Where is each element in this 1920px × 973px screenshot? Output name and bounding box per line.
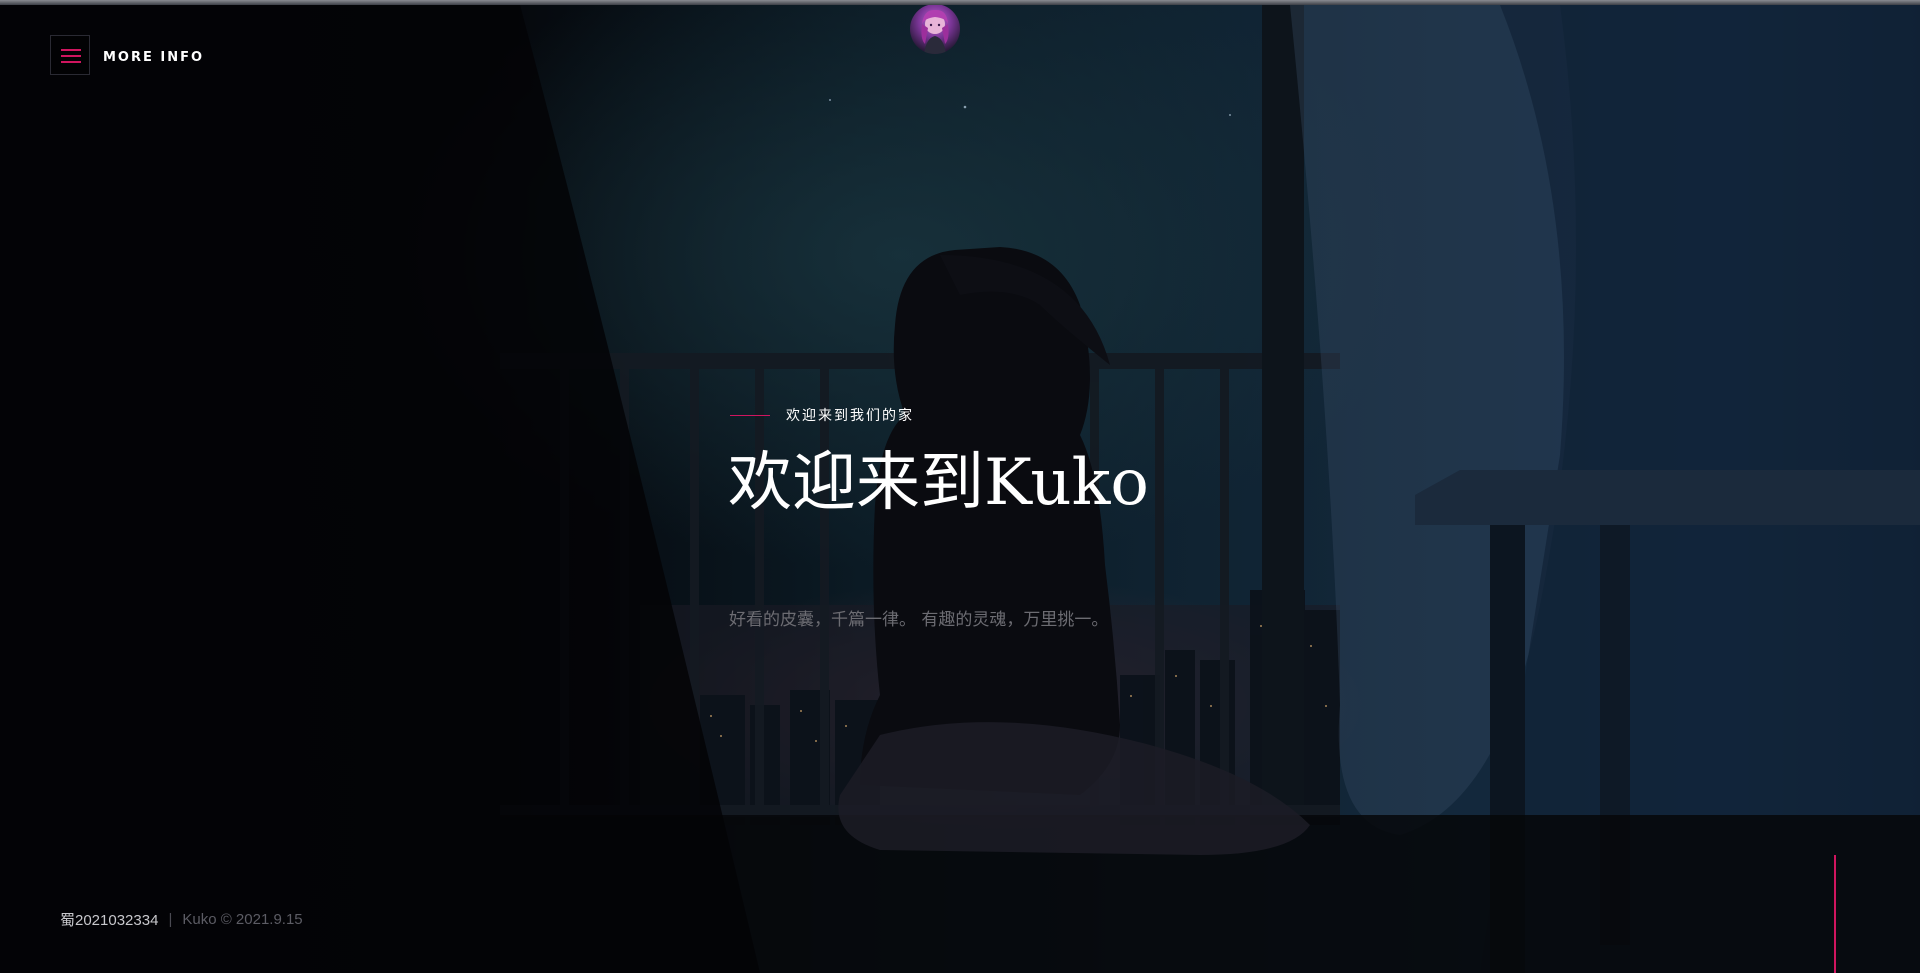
browser-top-strip [0,0,1920,5]
hero-headline: 欢迎来到Kuko [728,446,1149,520]
scroll-indicator-line [1834,855,1836,973]
hamburger-icon-bar-middle [61,55,81,57]
avatar[interactable] [910,4,960,54]
copyright-text: Kuko © 2021.9.15 [182,911,303,928]
icp-license-link[interactable]: 蜀2021032334 [60,909,158,930]
hero-tagline: 好看的皮囊，千篇一律。 有趣的灵魂，万里挑一。 [729,610,1109,630]
hero-eyebrow: 欢迎来到我们的家 [730,405,914,425]
avatar-anime-girl-icon [921,9,949,54]
eyebrow-text: 欢迎来到我们的家 [786,408,914,424]
footer: 蜀2021032334 | Kuko © 2021.9.15 [60,909,303,930]
hamburger-icon-bar-bottom [61,61,81,63]
hamburger-icon-bar-top [61,49,81,51]
eyebrow-accent-line [730,414,770,416]
more-info-link[interactable]: MORE INFO [103,50,204,65]
menu-button[interactable] [50,35,90,75]
footer-separator: | [168,911,173,928]
